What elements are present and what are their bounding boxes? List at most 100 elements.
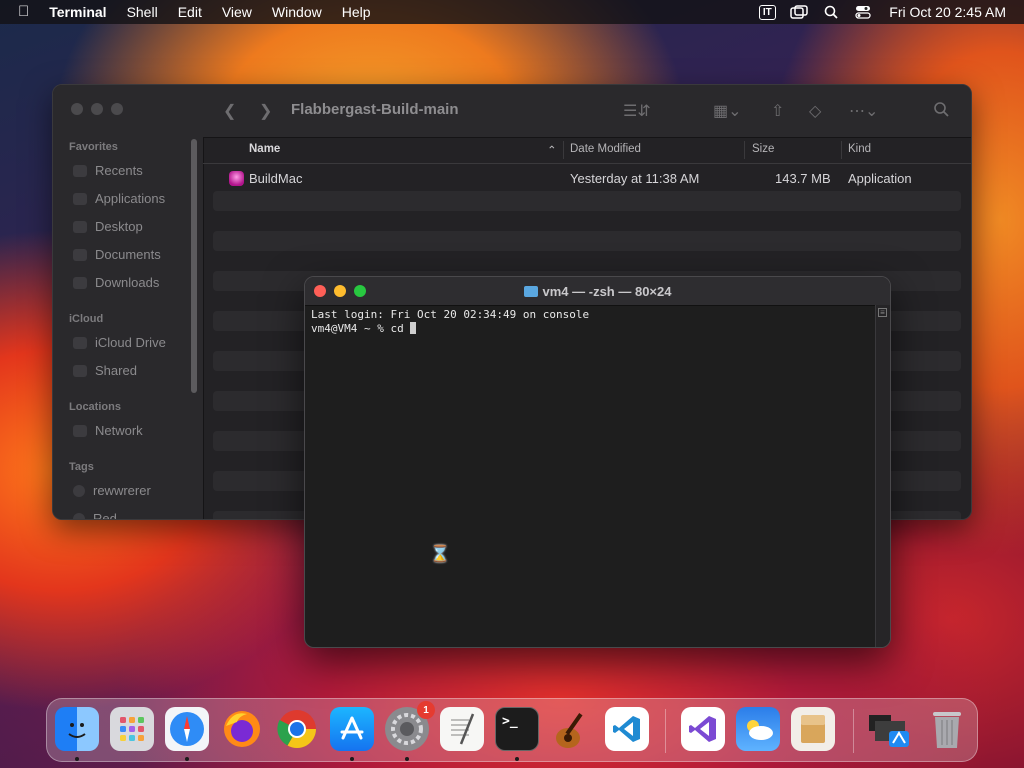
finder-minimize-button[interactable] [91,103,103,115]
apple-menu-icon[interactable]:  [0,0,39,24]
column-divider [563,141,564,159]
list-view-icon[interactable]: ☰⇵ [623,101,651,121]
share-icon[interactable]: ⇧ [771,101,784,121]
notification-badge: 1 [417,701,435,719]
more-actions-icon[interactable]: ⋯⌄ [849,101,878,121]
menu-extras: IT Fri Oct 20 2:45 AM [751,0,1024,24]
finder-icon[interactable] [55,707,99,751]
group-icon[interactable]: ▦⌄ [713,101,742,121]
spotlight-search-icon[interactable] [819,0,843,24]
terminal-scrollbar[interactable]: ≡ [875,305,890,647]
column-kind[interactable]: Kind [848,143,871,155]
archive-utility-icon[interactable] [791,707,835,751]
network-icon [73,424,87,437]
trash-icon[interactable] [925,707,969,751]
sidebar-item-shared[interactable]: Shared [73,363,137,378]
sidebar-header-tags: Tags [69,461,94,473]
sidebar-item-tag-red[interactable]: Red [73,511,117,520]
sidebar-item-label: Desktop [95,219,143,234]
menu-view[interactable]: View [212,0,262,24]
weather-icon[interactable] [736,707,780,751]
input-source-label: IT [758,4,776,20]
tag-dot-icon [73,512,85,519]
sidebar-item-downloads[interactable]: Downloads [73,275,159,290]
downloads-stack-icon[interactable] [867,707,911,751]
terminal-window[interactable]: vm4 — -zsh — 80×24 Last login: Fri Oct 2… [304,276,891,648]
sidebar-item-label: Documents [95,247,161,262]
sidebar-header-favorites: Favorites [69,141,118,153]
chrome-icon[interactable] [275,707,319,751]
table-row[interactable]: BuildMac Yesterday at 11:38 AM 143.7 MB … [203,167,971,191]
control-center-icon[interactable] [851,0,875,24]
clock-icon [73,164,87,177]
app-icon [229,171,244,186]
document-icon [73,248,87,261]
sidebar-item-label: Downloads [95,275,160,290]
safari-icon[interactable] [165,707,209,751]
file-kind: Application [848,171,912,186]
column-size[interactable]: Size [752,143,774,155]
sidebar-header-icloud: iCloud [69,313,104,325]
terminal-output[interactable]: Last login: Fri Oct 20 02:34:49 on conso… [311,308,874,336]
sidebar-item-label: Red [93,511,117,520]
dock-divider [853,709,854,753]
sidebar-item-label: rewwrerer [93,483,151,498]
column-header-row: Name ⌃ Date Modified Size Kind [203,137,971,164]
vscode-icon[interactable] [605,707,649,751]
sidebar-item-documents[interactable]: Documents [73,247,161,262]
sidebar-item-icloud-drive[interactable]: iCloud Drive [73,335,166,350]
sidebar-item-label: Recents [95,163,143,178]
sidebar-item-recents[interactable]: Recents [73,163,143,178]
sidebar-item-network[interactable]: Network [73,423,143,438]
file-name: BuildMac [249,171,303,186]
sidebar-item-applications[interactable]: Applications [73,191,165,206]
input-source-menu[interactable]: IT [755,0,779,24]
terminal-cursor [410,322,417,334]
sidebar-item-tag-rewwrerer[interactable]: rewwrerer [73,483,151,498]
sort-ascending-icon[interactable]: ⌃ [547,143,557,157]
visual-studio-icon[interactable] [681,707,725,751]
dock-divider [665,709,666,753]
finder-path-title: Flabbergast-Build-main [291,101,459,118]
scroll-split-icon[interactable]: ≡ [878,308,887,317]
terminal-titlebar[interactable]: vm4 — -zsh — 80×24 [305,277,890,306]
menu-shell[interactable]: Shell [117,0,168,24]
launchpad-icon[interactable] [110,707,154,751]
textedit-icon[interactable] [440,707,484,751]
terminal-icon[interactable]: >_ [495,707,539,751]
sidebar-header-locations: Locations [69,401,121,413]
empty-row-stripe [213,231,961,251]
shared-folder-icon [73,364,87,377]
sidebar-scrollbar[interactable] [191,139,197,393]
finder-toolbar: ❮ ❯ Flabbergast-Build-main ☰⇵ ▦⌄ ⇧ ◇ ⋯⌄ [203,85,971,138]
column-date-modified[interactable]: Date Modified [570,143,641,155]
sidebar-item-label: Network [95,423,143,438]
window-icon[interactable] [787,0,811,24]
search-icon[interactable] [933,101,949,122]
menu-clock[interactable]: Fri Oct 20 2:45 AM [879,0,1024,24]
file-date: Yesterday at 11:38 AM [570,171,700,186]
sidebar-item-label: iCloud Drive [95,335,166,350]
app-menu[interactable]: Terminal [39,0,116,24]
column-name[interactable]: Name [249,143,280,155]
empty-row-stripe [213,191,961,211]
garageband-icon[interactable] [550,707,594,751]
finder-close-button[interactable] [71,103,83,115]
terminal-prompt: vm4@VM4 ~ % cd [311,322,411,335]
sidebar-item-desktop[interactable]: Desktop [73,219,143,234]
finder-zoom-button[interactable] [111,103,123,115]
tag-dot-icon [73,484,85,497]
menu-window[interactable]: Window [262,0,332,24]
terminal-title-label: vm4 — -zsh — 80×24 [542,284,672,299]
app-store-icon[interactable] [330,707,374,751]
system-settings-icon[interactable]: 1 [385,701,435,751]
back-chevron-icon[interactable]: ❮ [223,101,236,121]
firefox-icon[interactable] [220,707,264,751]
sidebar-item-label: Applications [95,191,166,206]
terminal-title: vm4 — -zsh — 80×24 [305,284,890,299]
menu-edit[interactable]: Edit [168,0,212,24]
forward-chevron-icon[interactable]: ❯ [259,101,272,121]
tag-icon[interactable]: ◇ [809,101,821,121]
menu-help[interactable]: Help [332,0,381,24]
dock: 1 >_ [46,698,978,762]
